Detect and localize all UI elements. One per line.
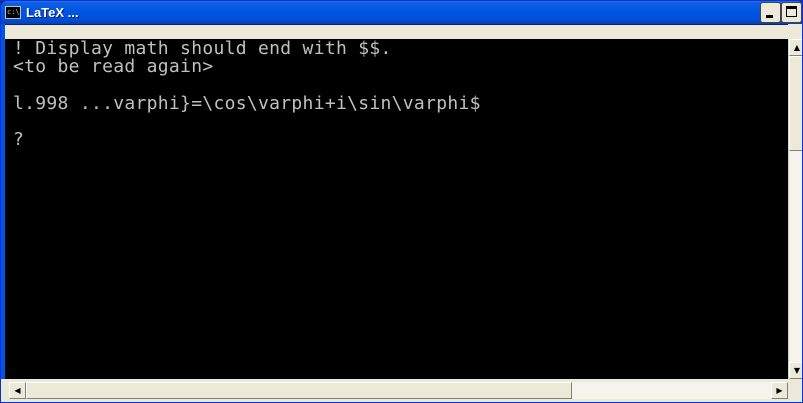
console-window: c:\ LaTeX ... × ! Display math should en… xyxy=(0,0,803,403)
console-line-context: <to be read again> xyxy=(13,56,214,77)
console-icon-glyph: c:\ xyxy=(7,8,20,16)
scroll-up-button[interactable]: ▲ xyxy=(789,39,802,56)
scroll-right-button[interactable]: ▶ xyxy=(771,382,788,399)
maximize-icon xyxy=(786,6,797,17)
window-title: LaTeX ... xyxy=(26,5,79,20)
horizontal-scrollbar[interactable]: ◀ ▶ xyxy=(9,382,788,399)
console-line-source: l.998 ...varphi}=\cos\varphi+i\sin\varph… xyxy=(13,93,481,114)
vertical-scroll-thumb[interactable] xyxy=(789,56,802,151)
minimize-icon xyxy=(766,15,773,18)
horizontal-scroll-thumb[interactable] xyxy=(26,382,572,399)
arrow-down-icon: ▼ xyxy=(793,366,801,375)
scroll-down-button[interactable]: ▼ xyxy=(789,362,802,379)
arrow-right-icon: ▶ xyxy=(776,386,783,395)
console-output[interactable]: ! Display math should end with $$. <to b… xyxy=(5,39,788,379)
console-icon[interactable]: c:\ xyxy=(5,6,21,19)
frame-top xyxy=(1,24,802,39)
maximize-button[interactable] xyxy=(781,2,802,23)
title-bar[interactable]: c:\ LaTeX ... × xyxy=(1,1,802,24)
console-prompt: ? xyxy=(13,129,25,150)
arrow-left-icon: ◀ xyxy=(14,386,21,395)
vertical-scrollbar[interactable]: ▲ ▼ xyxy=(788,39,802,379)
scroll-corner xyxy=(788,382,802,399)
arrow-up-icon: ▲ xyxy=(793,43,801,52)
scroll-left-button[interactable]: ◀ xyxy=(9,382,26,399)
minimize-button[interactable] xyxy=(760,2,781,23)
